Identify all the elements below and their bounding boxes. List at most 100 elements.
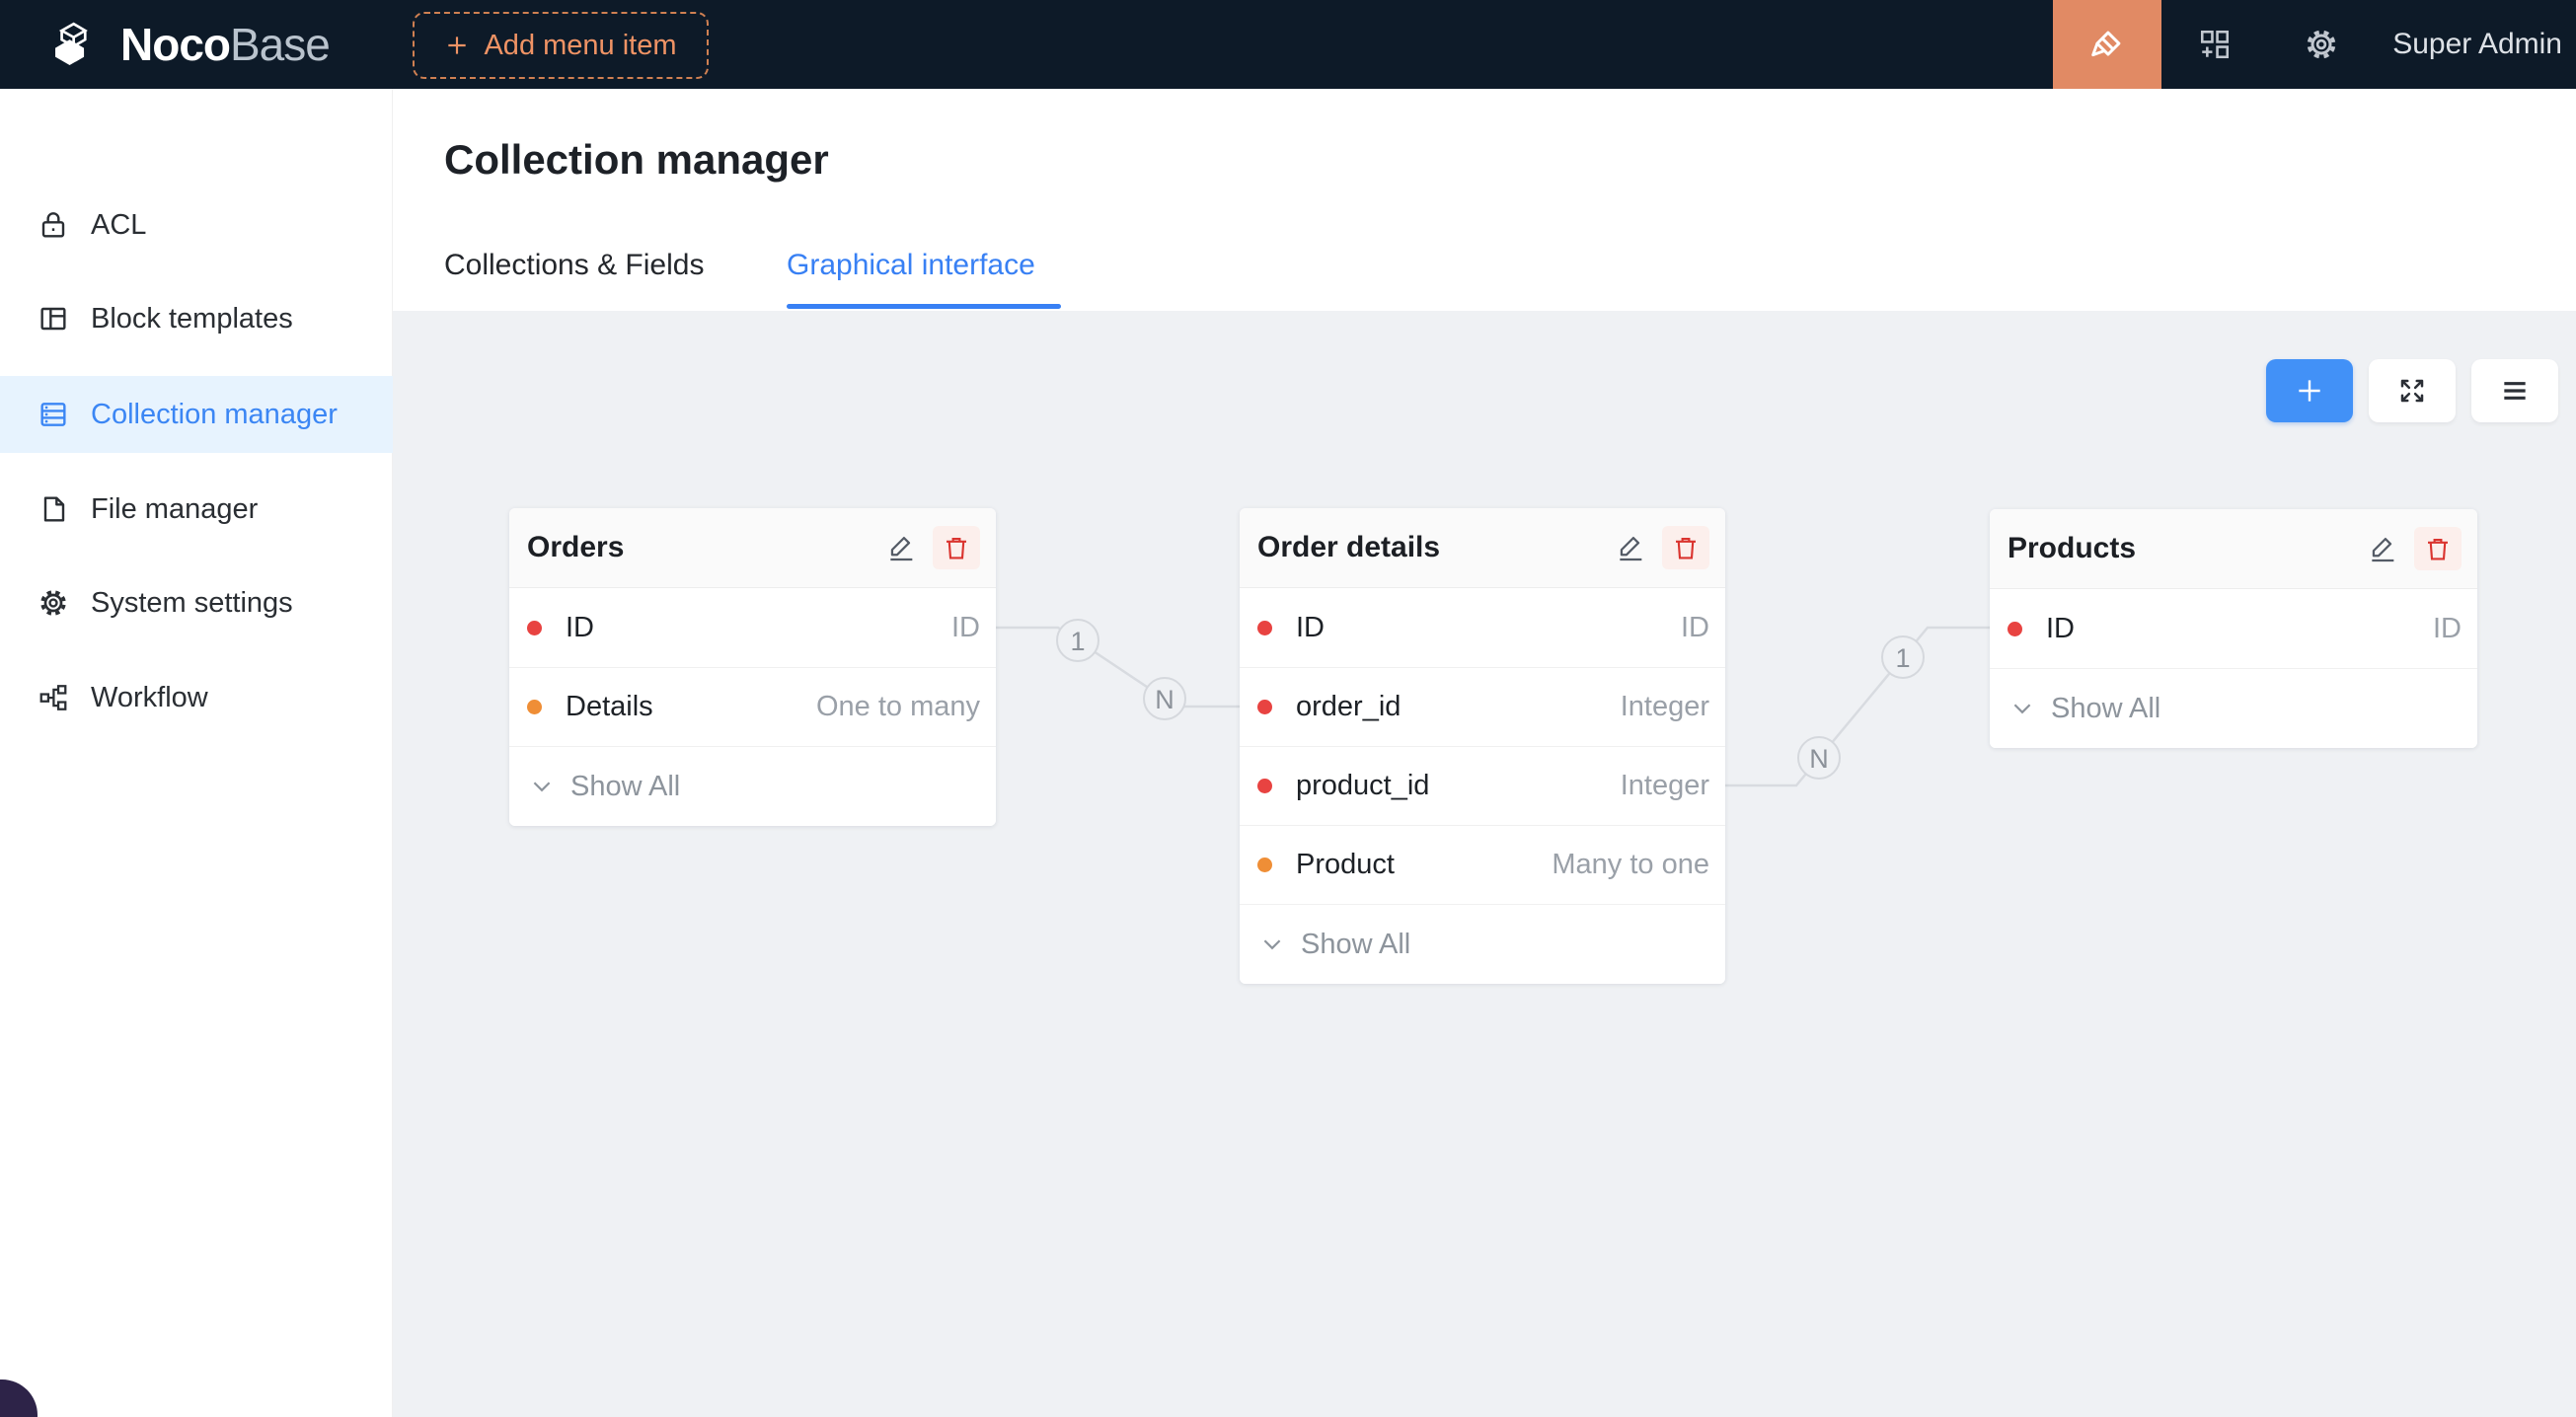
gear-icon: [2304, 27, 2339, 62]
sidebar-item-label: Block templates: [91, 303, 293, 336]
edit-collection-button[interactable]: [2361, 527, 2404, 570]
field-type: Integer: [1621, 770, 1709, 802]
foreign-key-dot: [1257, 700, 1272, 714]
menu-icon: [2499, 375, 2531, 407]
highlighter-icon: [2085, 23, 2129, 66]
sidebar-item-label: System settings: [91, 587, 293, 620]
card-title: Order details: [1257, 531, 1609, 564]
plugin-manager-button[interactable]: [2161, 0, 2268, 89]
show-all-button[interactable]: Show All: [1240, 904, 1725, 984]
tab-graphical-interface[interactable]: Graphical interface: [787, 249, 1035, 282]
collection-card-order-details[interactable]: Order details: [1240, 508, 1725, 984]
card-title: Orders: [527, 531, 879, 564]
collection-card-orders[interactable]: Orders: [509, 508, 996, 826]
card-header[interactable]: Order details: [1240, 508, 1725, 588]
sidebar-item-system-settings[interactable]: System settings: [0, 564, 393, 641]
nocobase-logo[interactable]: NocoBase: [49, 0, 330, 89]
delete-collection-button[interactable]: [1662, 526, 1709, 569]
add-menu-item-label: Add menu item: [484, 30, 676, 62]
trash-icon: [2423, 534, 2453, 563]
field-type: ID: [951, 612, 980, 644]
collection-list-button[interactable]: [2471, 359, 2558, 422]
layout-icon: [38, 303, 69, 335]
plus-icon: [2294, 375, 2325, 407]
show-all-button[interactable]: Show All: [1990, 668, 2477, 748]
collection-card-products[interactable]: Products: [1990, 509, 2477, 748]
foreign-key-dot: [1257, 779, 1272, 793]
page-title: Collection manager: [444, 136, 829, 184]
edge-cardinality: 1: [1895, 643, 1910, 673]
ui-editor-button[interactable]: [2053, 0, 2161, 89]
show-all-label: Show All: [1301, 929, 1410, 961]
edit-pencil-icon: [885, 532, 917, 563]
primary-key-dot: [2008, 622, 2022, 636]
field-row[interactable]: order_id Integer: [1240, 667, 1725, 746]
primary-key-dot: [527, 621, 542, 635]
card-header[interactable]: Orders: [509, 508, 996, 588]
settings-button[interactable]: [2268, 0, 2375, 89]
sidebar-item-acl[interactable]: ACL: [0, 186, 393, 263]
field-name: Product: [1296, 849, 1552, 881]
sidebar-item-workflow[interactable]: Workflow: [0, 659, 393, 736]
field-row[interactable]: ID ID: [1240, 588, 1725, 667]
field-row[interactable]: ID ID: [1990, 589, 2477, 668]
partition-icon: [38, 682, 69, 713]
show-all-button[interactable]: Show All: [509, 746, 996, 826]
chevron-down-icon: [1259, 932, 1285, 957]
nocobase-app: NocoBase Add menu item: [0, 0, 2576, 1417]
field-name: Details: [566, 691, 816, 723]
sidebar-item-label: Workflow: [91, 682, 208, 714]
file-icon: [38, 493, 69, 525]
primary-key-dot: [1257, 621, 1272, 635]
fullscreen-icon: [2397, 376, 2427, 406]
sidebar-item-label: ACL: [91, 209, 146, 242]
appstore-add-icon: [2198, 28, 2232, 61]
tab-collections-fields[interactable]: Collections & Fields: [444, 249, 704, 282]
trash-icon: [1671, 533, 1701, 562]
card-title: Products: [2008, 532, 2361, 565]
er-diagram-canvas[interactable]: 1 N N 1: [393, 311, 2576, 1417]
edit-pencil-icon: [1615, 532, 1646, 563]
add-menu-item-button[interactable]: Add menu item: [413, 12, 709, 79]
edge-cardinality: 1: [1070, 627, 1085, 656]
field-name: ID: [1296, 612, 1681, 644]
gear-icon: [38, 587, 69, 619]
top-header: NocoBase Add menu item: [0, 0, 2576, 89]
chevron-down-icon: [529, 774, 555, 799]
edge-cardinality: N: [1809, 744, 1829, 774]
trash-icon: [942, 533, 971, 562]
table-icon: [38, 399, 69, 430]
sidebar: ACL Block templates Collectio: [0, 89, 393, 1417]
relation-dot: [1257, 858, 1272, 872]
field-type: ID: [2433, 613, 2462, 645]
show-all-label: Show All: [570, 771, 680, 803]
field-type: One to many: [816, 691, 980, 723]
sidebar-item-collection-manager[interactable]: Collection manager: [0, 376, 393, 453]
edge-cardinality: N: [1155, 685, 1174, 714]
add-collection-button[interactable]: [2266, 359, 2353, 422]
card-header[interactable]: Products: [1990, 509, 2477, 589]
sidebar-item-label: File manager: [91, 493, 258, 526]
cube-logo-icon: [49, 16, 107, 73]
field-name: ID: [566, 612, 951, 644]
field-row[interactable]: Details One to many: [509, 667, 996, 746]
sidebar-item-block-templates[interactable]: Block templates: [0, 280, 393, 357]
edit-collection-button[interactable]: [1609, 526, 1652, 569]
user-menu[interactable]: Super Admin: [2375, 28, 2576, 61]
field-type: ID: [1681, 612, 1709, 644]
field-name: order_id: [1296, 691, 1621, 723]
fullscreen-button[interactable]: [2369, 359, 2456, 422]
delete-collection-button[interactable]: [2414, 527, 2462, 570]
field-row[interactable]: ID ID: [509, 588, 996, 667]
edit-pencil-icon: [2367, 533, 2398, 564]
field-row[interactable]: product_id Integer: [1240, 746, 1725, 825]
sidebar-item-label: Collection manager: [91, 399, 338, 431]
active-tab-indicator: [787, 304, 1061, 309]
delete-collection-button[interactable]: [933, 526, 980, 569]
edge-orderdetails-products: [1725, 628, 1990, 785]
sidebar-item-file-manager[interactable]: File manager: [0, 471, 393, 548]
field-row[interactable]: Product Many to one: [1240, 825, 1725, 904]
logo-text: NocoBase: [120, 18, 330, 71]
edge-orders-orderdetails: [996, 628, 1240, 707]
edit-collection-button[interactable]: [879, 526, 923, 569]
